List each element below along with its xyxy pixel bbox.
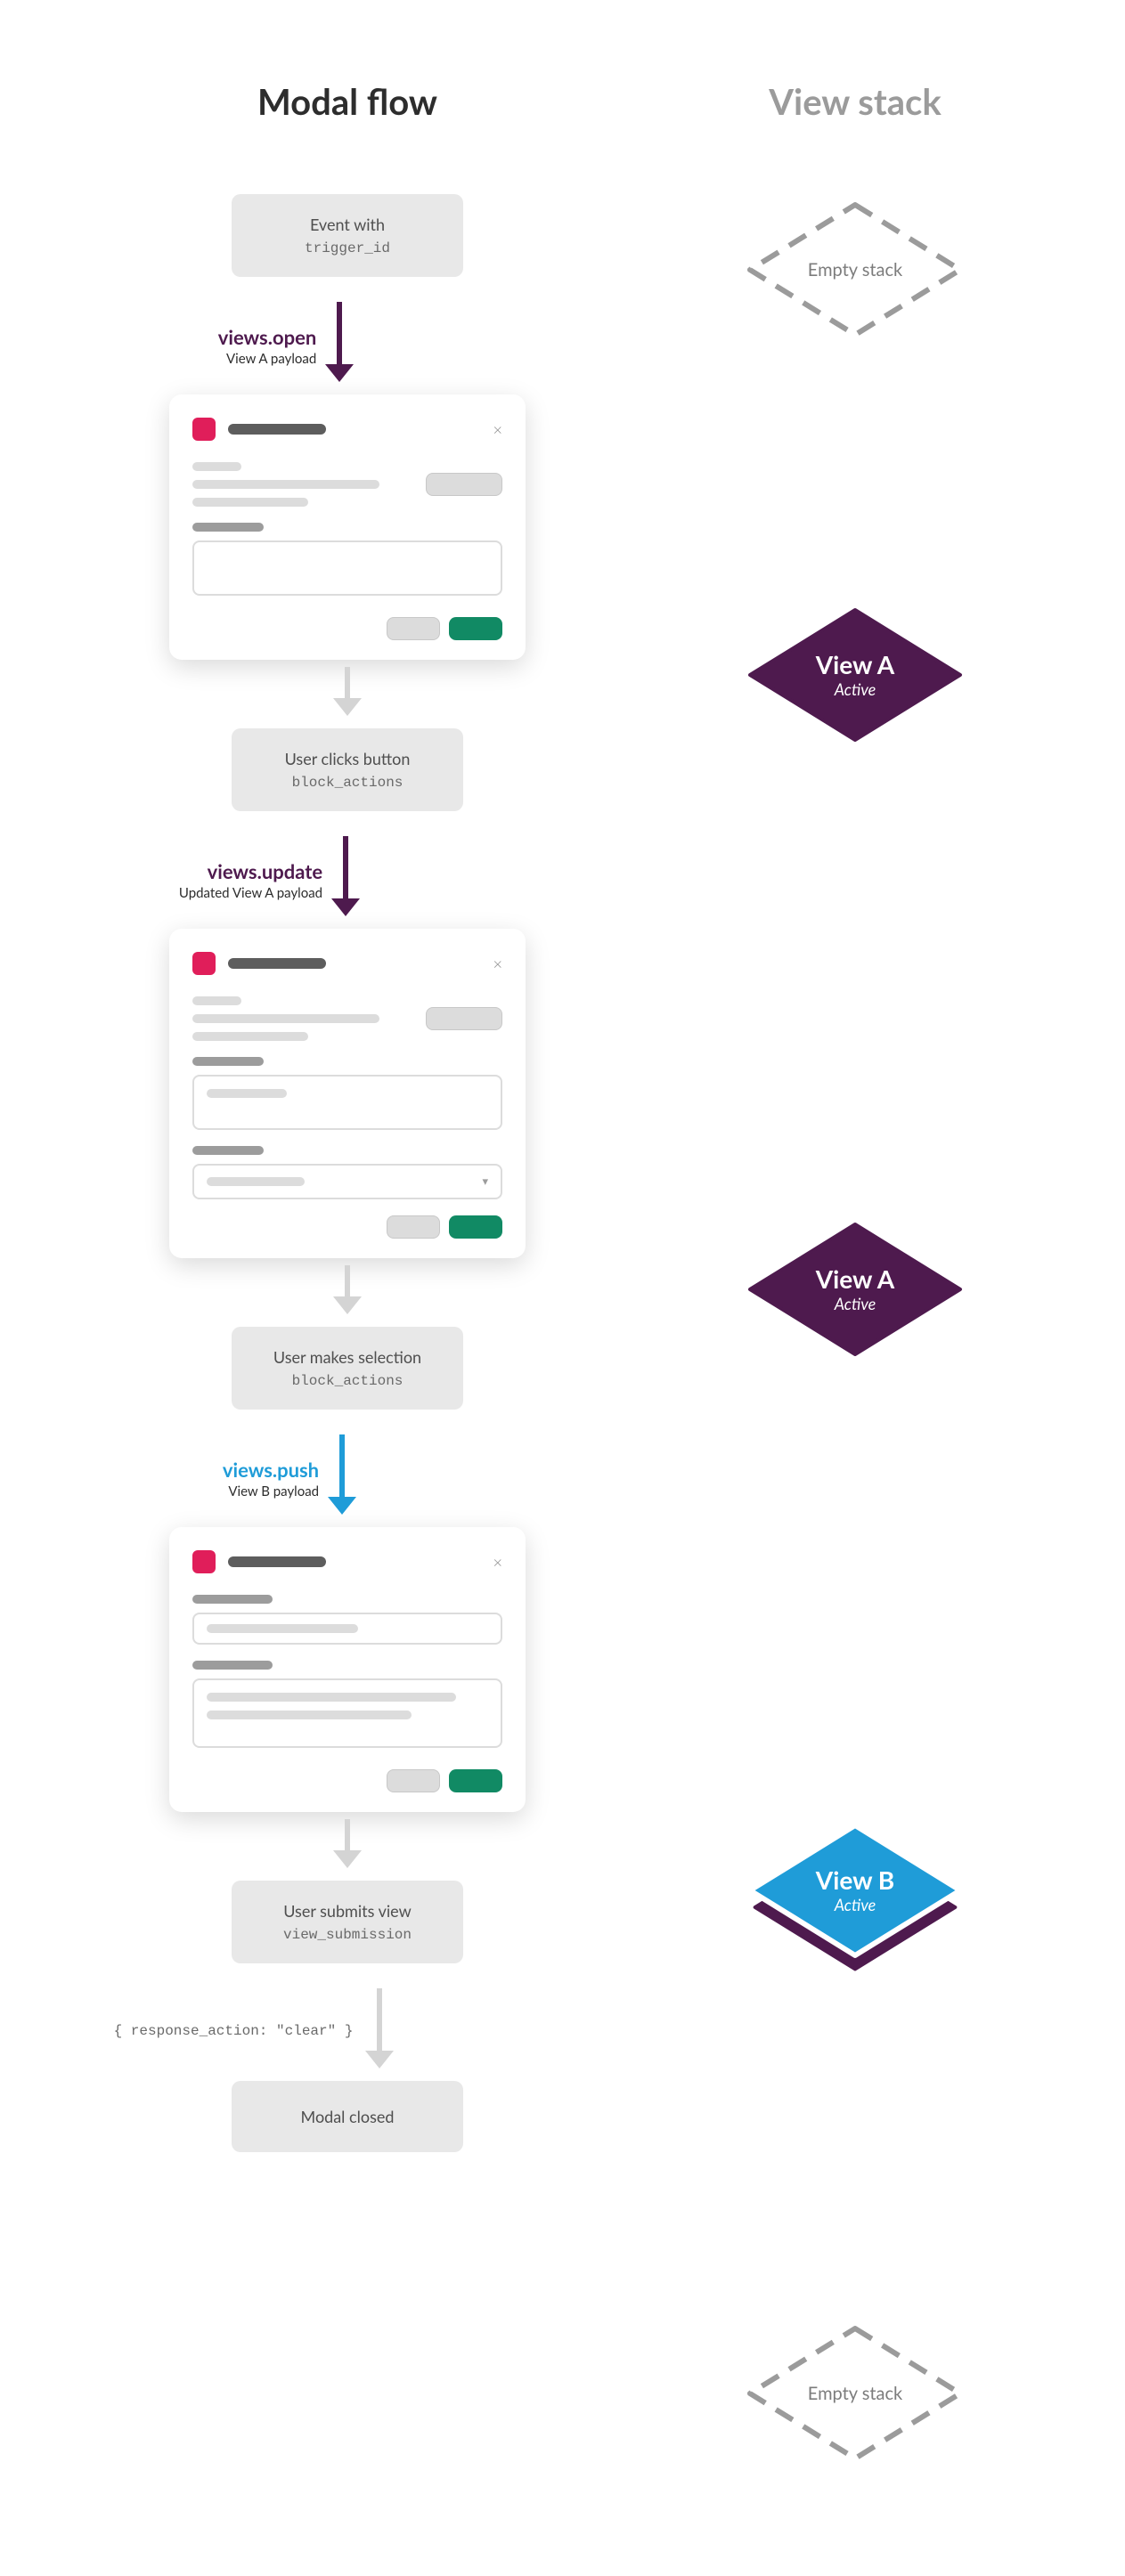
api-open-sub: View A payload (218, 351, 317, 367)
stack-view-b-caption: View B Active (739, 1801, 971, 1979)
event-code: block_actions (292, 1373, 404, 1389)
textarea-b2[interactable] (192, 1678, 502, 1748)
stack-state-empty-top: Empty stack (739, 194, 971, 345)
cancel-button-placeholder[interactable] (387, 617, 440, 640)
stack-state-view-b-over-a: View B Active (739, 1801, 971, 1979)
stack-heading: View stack (769, 80, 941, 123)
event-code: trigger_id (305, 240, 390, 256)
body-row (192, 462, 502, 507)
arrow-update (342, 836, 349, 916)
text-input-placeholder[interactable] (192, 540, 502, 596)
submit-button-placeholder[interactable] (449, 1215, 502, 1239)
field-label-placeholder (192, 1057, 264, 1066)
stack-empty-label: Empty stack (739, 2318, 971, 2469)
event-trigger-id: Event with trigger_id (232, 194, 463, 277)
api-update-sub: Updated View A payload (179, 885, 322, 901)
event-title: Event with (310, 215, 385, 234)
response-action-row: { response_action: "clear" } (107, 1981, 588, 2081)
stack-view-state: Active (835, 679, 876, 699)
stack-view-a-caption: View A Active (739, 1214, 971, 1365)
stack-state-view-a-1: View A Active (739, 599, 971, 751)
modal-flow-column: Modal flow Event with trigger_id views.o… (107, 80, 588, 2469)
arrow-after-modal-a (344, 667, 351, 716)
event-code: block_actions (292, 775, 404, 791)
api-update-row: views.update Updated View A payload (107, 829, 588, 929)
event-title: User submits view (283, 1901, 412, 1921)
arrow-after-modal-a-updated (344, 1265, 351, 1314)
event-click-button: User clicks button block_actions (232, 728, 463, 811)
arrow-clear (376, 1988, 383, 2068)
app-logo (192, 1550, 216, 1573)
view-stack-column: View stack Empty stack View A Active (668, 80, 1042, 2469)
api-open-row: views.open View A payload (107, 295, 588, 394)
text-input-b1[interactable] (192, 1613, 502, 1645)
event-code: view_submission (283, 1927, 412, 1943)
modal-footer (192, 1769, 502, 1792)
field-label-placeholder (192, 1661, 273, 1670)
submit-button-placeholder[interactable] (449, 1769, 502, 1792)
arrow-open (336, 302, 343, 382)
api-update-label: views.update Updated View A payload (179, 859, 322, 901)
api-update-name: views.update (179, 859, 322, 883)
modal-header: × (192, 1550, 502, 1573)
modal-title-placeholder (228, 958, 326, 969)
stack-empty-label: Empty stack (739, 194, 971, 345)
chevron-down-icon: ▾ (482, 1174, 488, 1189)
event-title: User clicks button (285, 749, 411, 768)
event-modal-closed: Modal closed (232, 2081, 463, 2152)
close-icon[interactable]: × (493, 1554, 502, 1570)
secondary-button-placeholder[interactable] (426, 473, 502, 496)
api-push-row: views.push View B payload (107, 1427, 588, 1527)
modal-header: × (192, 418, 502, 441)
text-input-placeholder[interactable] (192, 1075, 502, 1130)
diagram-root: Modal flow Event with trigger_id views.o… (0, 0, 1125, 2576)
modal-b-card: × (169, 1527, 526, 1812)
field-label-placeholder (192, 523, 264, 532)
api-push-label: views.push View B payload (223, 1458, 319, 1499)
event-submit-view: User submits view view_submission (232, 1881, 463, 1963)
stack-view-state: Active (835, 1895, 876, 1914)
modal-a-updated-card: × ▾ (169, 929, 526, 1258)
stack-view-name: View B (816, 1866, 894, 1894)
modal-footer (192, 617, 502, 640)
select-label-placeholder (192, 1146, 264, 1155)
response-action-code: { response_action: "clear" } (114, 2023, 354, 2039)
secondary-button-placeholder[interactable] (426, 1007, 502, 1030)
stack-view-name: View A (816, 1265, 895, 1293)
select-input-placeholder[interactable]: ▾ (192, 1164, 502, 1199)
stack-view-a-caption: View A Active (739, 599, 971, 751)
modal-a-card: × (169, 394, 526, 660)
cancel-button-placeholder[interactable] (387, 1769, 440, 1792)
stack-state-view-a-2: View A Active (739, 1214, 971, 1365)
stack-view-name: View A (816, 651, 895, 679)
stack-state-empty-bottom: Empty stack (739, 2318, 971, 2469)
modal-title-placeholder (228, 1556, 326, 1567)
stack-view-state: Active (835, 1294, 876, 1313)
event-title: Modal closed (301, 2107, 395, 2126)
event-title: User makes selection (273, 1347, 421, 1367)
api-open-name: views.open (218, 325, 317, 349)
modal-footer (192, 1215, 502, 1239)
flow-heading: Modal flow (107, 80, 588, 123)
api-push-name: views.push (223, 1458, 319, 1482)
arrow-push (338, 1434, 346, 1515)
modal-title-placeholder (228, 424, 326, 435)
event-make-selection: User makes selection block_actions (232, 1327, 463, 1410)
cancel-button-placeholder[interactable] (387, 1215, 440, 1239)
body-row (192, 996, 502, 1041)
app-logo (192, 418, 216, 441)
api-push-sub: View B payload (223, 1483, 319, 1499)
modal-header: × (192, 952, 502, 975)
api-open-label: views.open View A payload (218, 325, 317, 367)
app-logo (192, 952, 216, 975)
close-icon[interactable]: × (493, 955, 502, 971)
field-label-placeholder (192, 1595, 273, 1604)
close-icon[interactable]: × (493, 421, 502, 437)
submit-button-placeholder[interactable] (449, 617, 502, 640)
arrow-after-modal-b (344, 1819, 351, 1868)
